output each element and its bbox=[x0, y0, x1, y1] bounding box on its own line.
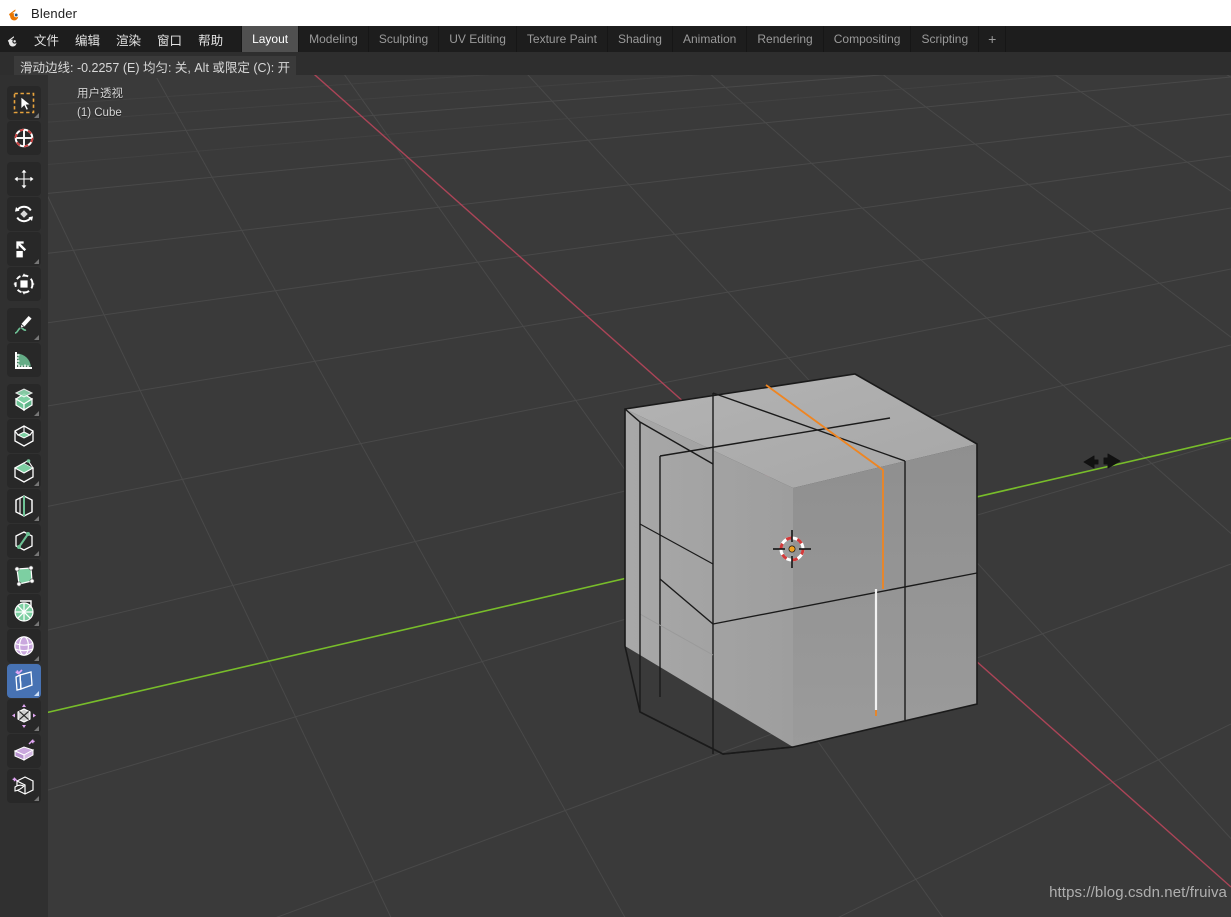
viewport-toolbar bbox=[0, 75, 48, 917]
blender-logo-icon bbox=[9, 9, 19, 21]
tool-submenu-corner bbox=[34, 621, 39, 626]
tool-submenu-corner bbox=[34, 259, 39, 264]
smooth-tool[interactable] bbox=[7, 629, 41, 663]
tab-sculpting[interactable]: Sculpting bbox=[369, 26, 440, 52]
rotate-icon bbox=[15, 205, 33, 223]
operator-status-text: 滑动边线: -0.2257 (E) 均匀: 关, Alt 或限定 (C): 开 bbox=[14, 56, 297, 78]
tab-animation[interactable]: Animation bbox=[673, 26, 748, 52]
tab-rendering[interactable]: Rendering bbox=[747, 26, 824, 52]
tab-scripting[interactable]: Scripting bbox=[911, 26, 980, 52]
menu-render[interactable]: 渲染 bbox=[108, 26, 149, 52]
select-box-icon bbox=[13, 92, 35, 114]
workspace-tabs: Layout Modeling Sculpting UV Editing Tex… bbox=[241, 26, 1007, 52]
inset-faces-tool[interactable] bbox=[7, 419, 41, 453]
3d-viewport[interactable]: 滑动边线: -0.2257 (E) 均匀: 关, Alt 或限定 (C): 开 … bbox=[0, 52, 1231, 917]
tool-submenu-corner bbox=[34, 551, 39, 556]
blender-logo-icon bbox=[7, 35, 17, 47]
tool-submenu-corner bbox=[34, 113, 39, 118]
tool-submenu-corner bbox=[34, 481, 39, 486]
menu-help[interactable]: 帮助 bbox=[190, 26, 231, 52]
knife-tool[interactable] bbox=[7, 524, 41, 558]
loop-cut-tool[interactable] bbox=[7, 489, 41, 523]
rip-region-tool[interactable] bbox=[7, 769, 41, 803]
tweak-select-box-tool[interactable] bbox=[7, 86, 41, 120]
move-tool[interactable] bbox=[7, 162, 41, 196]
tab-compositing[interactable]: Compositing bbox=[824, 26, 912, 52]
edge-slide-tool[interactable] bbox=[7, 664, 41, 698]
inset-faces-icon bbox=[14, 425, 34, 447]
topbar: 文件 编辑 渲染 窗口 帮助 Layout Modeling Sculpting… bbox=[0, 26, 1231, 52]
tool-submenu-corner bbox=[34, 656, 39, 661]
shear-tool[interactable] bbox=[7, 734, 41, 768]
spin-tool[interactable] bbox=[7, 594, 41, 628]
cursor-icon bbox=[14, 128, 34, 148]
measure-ruler-icon bbox=[15, 352, 32, 369]
tab-layout[interactable]: Layout bbox=[241, 26, 300, 52]
menu-window[interactable]: 窗口 bbox=[149, 26, 190, 52]
viewport-scene bbox=[0, 52, 1231, 917]
transform-tool[interactable] bbox=[7, 267, 41, 301]
shrink-fatten-tool[interactable] bbox=[7, 699, 41, 733]
window-title: Blender bbox=[31, 5, 78, 21]
tool-submenu-corner bbox=[34, 516, 39, 521]
blender-window: Blender 文件 编辑 渲染 窗口 帮助 Layout Modeling S… bbox=[0, 0, 1231, 917]
tool-submenu-corner bbox=[34, 726, 39, 731]
transform-icon bbox=[13, 273, 35, 295]
menu-file[interactable]: 文件 bbox=[26, 26, 67, 52]
bevel-tool[interactable] bbox=[7, 454, 41, 488]
move-icon bbox=[13, 168, 35, 190]
annotate-tool[interactable] bbox=[7, 308, 41, 342]
toolbar-group-transform bbox=[0, 162, 48, 301]
window-titlebar: Blender bbox=[0, 0, 1231, 26]
tool-submenu-corner bbox=[34, 796, 39, 801]
cursor-tool[interactable] bbox=[7, 121, 41, 155]
annotate-pencil-icon bbox=[14, 314, 33, 334]
cube-object bbox=[624, 373, 978, 755]
shear-icon bbox=[13, 739, 35, 761]
menu-edit[interactable]: 编辑 bbox=[67, 26, 108, 52]
toolbar-group-mesh bbox=[0, 384, 48, 803]
tab-modeling[interactable]: Modeling bbox=[299, 26, 369, 52]
scale-icon bbox=[15, 240, 28, 259]
toolbar-group-annotate bbox=[0, 308, 48, 377]
measure-tool[interactable] bbox=[7, 343, 41, 377]
scale-tool[interactable] bbox=[7, 232, 41, 266]
tab-uv-editing[interactable]: UV Editing bbox=[439, 26, 517, 52]
add-workspace-button[interactable]: + bbox=[979, 26, 1007, 52]
extrude-region-tool[interactable] bbox=[7, 384, 41, 418]
tab-texture-paint[interactable]: Texture Paint bbox=[517, 26, 608, 52]
rotate-tool[interactable] bbox=[7, 197, 41, 231]
poly-build-icon bbox=[14, 565, 35, 587]
tool-submenu-corner bbox=[34, 691, 39, 696]
tool-submenu-corner bbox=[34, 411, 39, 416]
toolbar-group-select bbox=[0, 86, 48, 155]
topbar-blender-menu[interactable] bbox=[0, 26, 26, 52]
poly-build-tool[interactable] bbox=[7, 559, 41, 593]
tool-submenu-corner bbox=[34, 335, 39, 340]
tab-shading[interactable]: Shading bbox=[608, 26, 673, 52]
